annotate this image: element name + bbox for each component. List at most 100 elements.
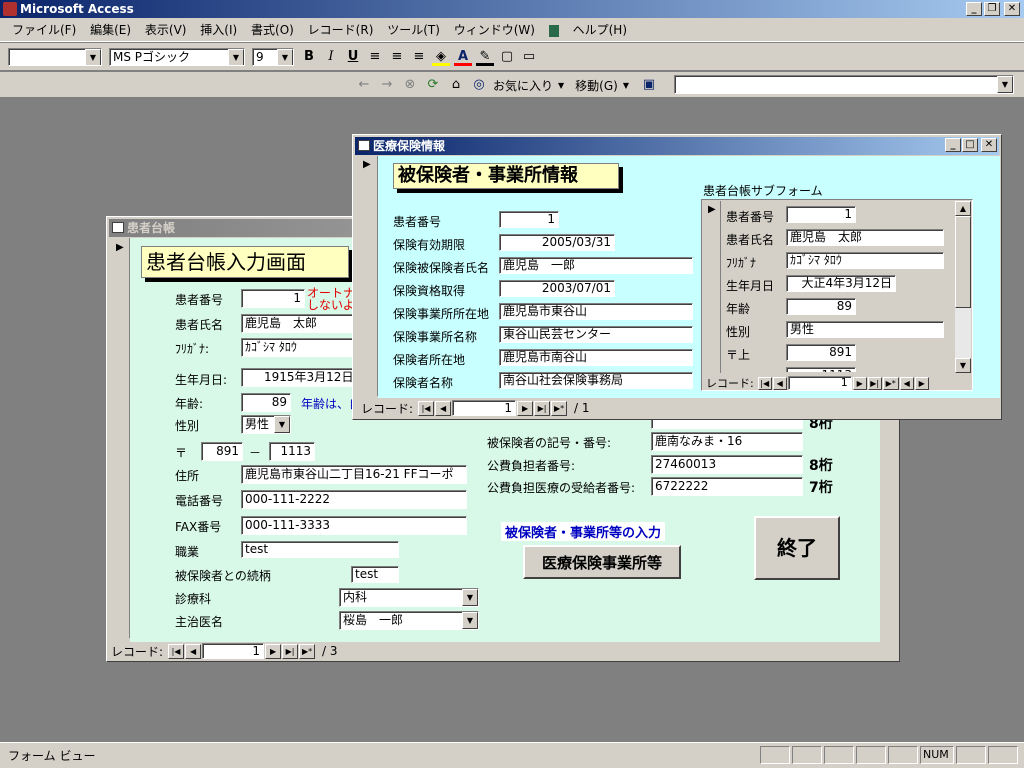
address-field[interactable]: 鹿児島市東谷山二丁目16-21 FFコーポ [241,465,467,484]
first-record-button[interactable]: |◀ [418,400,435,416]
menu-file[interactable]: ファイル(F) [12,23,76,37]
public-payer-field[interactable]: 27460013 [651,455,803,474]
subform-field-5[interactable]: 男性 [786,321,944,338]
gender-select[interactable]: 男性 ▼ [241,415,291,434]
scroll-left-icon[interactable]: ◀ [899,376,914,390]
record-selector[interactable]: ▶ [356,156,378,396]
maximize-button[interactable]: □ [962,138,978,152]
subform-field-6[interactable]: 891 [786,344,856,361]
move-menu[interactable]: 移動(G) [575,77,618,94]
subform-field-4[interactable]: 89 [786,298,856,315]
menu-records[interactable]: レコード(R) [308,23,374,37]
minimize-button[interactable]: _ [945,138,961,152]
refresh-icon[interactable]: ⟳ [424,76,442,94]
medical-insurance-button[interactable]: 医療保険事業所等 [523,545,681,579]
fill-color-icon[interactable]: ◈ [432,48,450,66]
first-record-button[interactable]: |◀ [168,643,185,659]
font-color-icon[interactable]: A [454,48,472,66]
name-field[interactable]: 鹿児島 太郎 [241,314,357,333]
subform-field-3[interactable]: 大正4年3月12日 [786,275,896,292]
phone-field[interactable]: 000-111-2222 [241,490,467,509]
favorites-menu[interactable]: お気に入り [493,77,553,94]
italic-button[interactable]: I [322,48,340,66]
age-field[interactable]: 89 [241,393,291,412]
next-record-button[interactable]: ▶ [852,376,867,390]
border-icon[interactable]: ▢ [498,48,516,66]
close-button[interactable]: ✕ [1004,2,1020,16]
birth-field[interactable]: 1915年3月12日 [241,368,357,387]
first-record-button[interactable]: |◀ [757,376,772,390]
insurance-field-3[interactable]: 2003/07/01 [499,280,615,297]
fax-field[interactable]: 000-111-3333 [241,516,467,535]
scroll-thumb[interactable] [955,216,971,308]
back-icon[interactable]: ← [355,76,373,94]
subform-record-number[interactable]: 1 [787,376,852,390]
recipient-no-field[interactable]: 6722222 [651,477,803,496]
relation-field[interactable]: test [351,566,399,583]
database-icon[interactable] [548,24,559,37]
record-number-field[interactable]: 1 [452,400,517,416]
next-record-button[interactable]: ▶ [265,643,282,659]
search-icon[interactable]: ◎ [470,76,488,94]
postal-code-2-field[interactable]: 1113 [269,442,315,461]
bold-button[interactable]: B [300,48,318,66]
scroll-up-icon[interactable]: ▲ [955,201,971,216]
record-number-field[interactable]: 1 [202,643,265,659]
furigana-field[interactable]: ｶｺﾞｼﾏ ﾀﾛｳ [241,338,357,357]
close-button[interactable]: ✕ [981,138,997,152]
insured-no-field[interactable]: 鹿南なみま・16 [651,432,803,451]
subform-field-0[interactable]: 1 [786,206,856,223]
subform-scrollbar[interactable]: ▲ ▼ [955,201,971,373]
forward-icon[interactable]: → [378,76,396,94]
scroll-right-icon[interactable]: ▶ [914,376,929,390]
insurance-field-4[interactable]: 鹿児島市東谷山 [499,303,693,320]
last-record-button[interactable]: ▶| [534,400,551,416]
prev-record-button[interactable]: ◀ [185,643,202,659]
last-record-button[interactable]: ▶| [867,376,882,390]
job-field[interactable]: test [241,541,399,558]
menu-insert[interactable]: 挿入(I) [200,23,237,37]
new-record-button[interactable]: ▶* [299,643,316,659]
font-selector[interactable]: MS Pゴシック ▼ [109,48,245,66]
prev-record-button[interactable]: ◀ [772,376,787,390]
menu-view[interactable]: 表示(V) [145,23,187,37]
postal-code-1-field[interactable]: 891 [201,442,243,461]
insurance-field-0[interactable]: 1 [499,211,559,228]
menu-tools[interactable]: ツール(T) [387,23,440,37]
subform-field-2[interactable]: ｶｺﾞｼﾏ ﾀﾛｳ [786,252,944,269]
scroll-down-icon[interactable]: ▼ [955,358,971,373]
record-selector[interactable]: ▶ [110,238,130,638]
last-record-button[interactable]: ▶| [282,643,299,659]
menu-format[interactable]: 書式(O) [251,23,294,37]
insurance-field-6[interactable]: 鹿児島市南谷山 [499,349,693,366]
patient-no-field[interactable]: 1 [241,289,305,308]
minimize-button[interactable]: _ [966,2,982,16]
new-record-button[interactable]: ▶* [551,400,568,416]
menu-window[interactable]: ウィンドウ(W) [454,23,535,37]
restore-button[interactable]: ❐ [984,2,1000,16]
subform-field-1[interactable]: 鹿児島 太郎 [786,229,944,246]
font-size-selector[interactable]: 9 ▼ [252,48,294,66]
end-button[interactable]: 終了 [754,516,840,580]
insurance-field-7[interactable]: 南谷山社会保険事務局 [499,372,693,389]
insurance-field-5[interactable]: 東谷山民芸センター [499,326,693,343]
object-selector[interactable]: ▼ [8,48,102,66]
insurance-field-2[interactable]: 鹿児島 一郎 [499,257,693,274]
align-right-icon[interactable]: ≡ [410,48,428,66]
align-left-icon[interactable]: ≡ [366,48,384,66]
dept-select[interactable]: 内科 ▼ [339,588,479,607]
home-icon[interactable]: ⌂ [447,76,465,94]
line-width-icon[interactable]: ▭ [520,48,538,66]
show-toolbar-icon[interactable]: ▣ [640,76,658,94]
next-record-button[interactable]: ▶ [517,400,534,416]
prev-record-button[interactable]: ◀ [435,400,452,416]
align-center-icon[interactable]: ≡ [388,48,406,66]
menu-help[interactable]: ヘルプ(H) [573,23,627,37]
insurance-field-1[interactable]: 2005/03/31 [499,234,615,251]
stop-icon[interactable]: ⊗ [401,76,419,94]
line-color-icon[interactable]: ✎ [476,48,494,66]
subform-field-7[interactable]: 1113 [786,367,856,372]
doctor-select[interactable]: 桜島 一郎 ▼ [339,611,479,630]
menu-edit[interactable]: 編集(E) [90,23,131,37]
underline-button[interactable]: U [344,48,362,66]
